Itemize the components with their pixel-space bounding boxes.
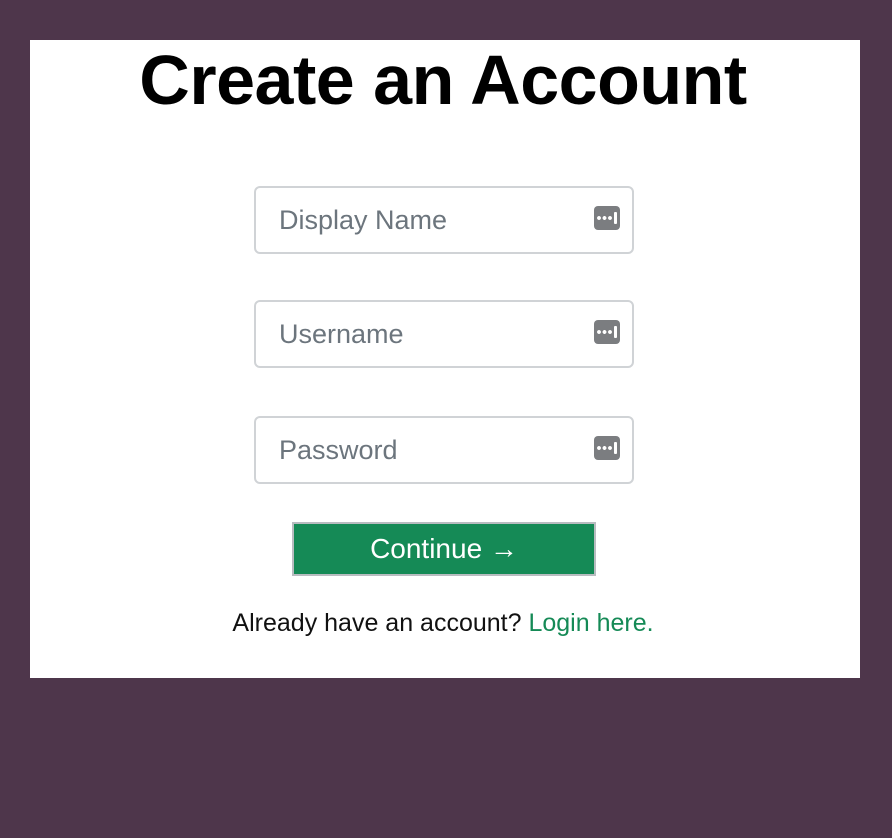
username-input[interactable]	[256, 302, 632, 366]
cursor-glyph	[614, 326, 617, 338]
cursor-glyph	[614, 212, 617, 224]
password-manager-icon[interactable]	[594, 320, 620, 344]
dots-glyph	[597, 330, 613, 334]
display-name-field[interactable]	[254, 186, 634, 254]
password-manager-icon[interactable]	[594, 206, 620, 230]
dots-glyph	[597, 216, 613, 220]
password-field[interactable]	[254, 416, 634, 484]
page-title: Create an Account	[139, 41, 747, 119]
login-prompt: Already have an account? Login here.	[0, 604, 886, 642]
password-manager-icon[interactable]	[594, 436, 620, 460]
dots-glyph	[597, 446, 613, 450]
login-prompt-text: Already have an account?	[232, 609, 529, 637]
display-name-input[interactable]	[256, 188, 632, 252]
password-input[interactable]	[256, 418, 632, 482]
username-field[interactable]	[254, 300, 634, 368]
continue-button[interactable]: Continue →	[292, 522, 596, 576]
login-link[interactable]: Login here.	[528, 609, 653, 637]
cursor-glyph	[614, 442, 617, 454]
